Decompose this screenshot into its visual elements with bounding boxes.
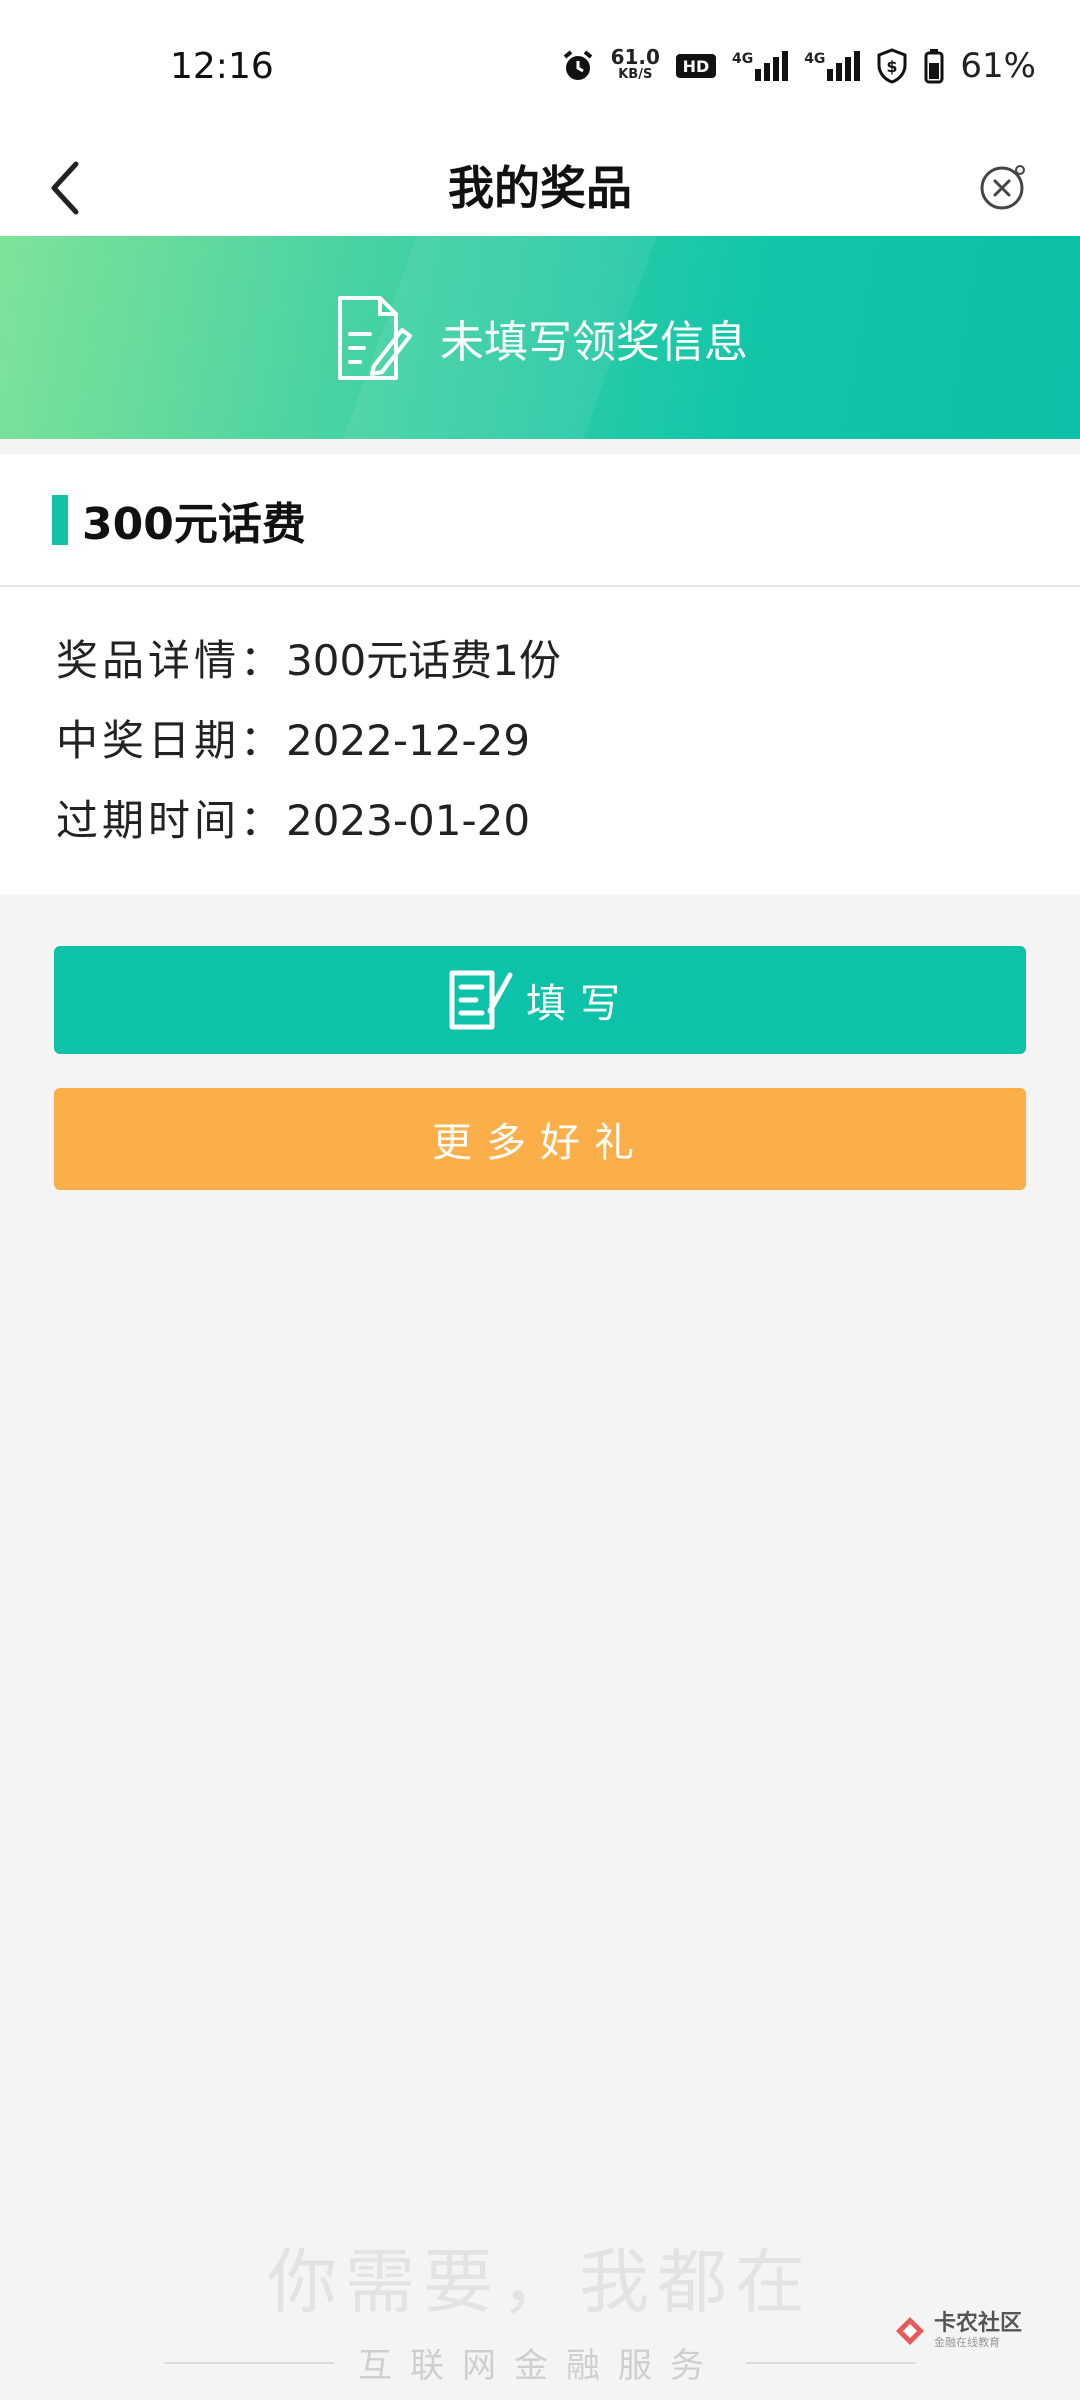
detail-row: 奖品详情： 300元话费1份 <box>56 621 1080 701</box>
prize-details: 奖品详情： 300元话费1份 中奖日期： 2022-12-29 过期时间： 20… <box>0 587 1080 861</box>
status-time: 12:16 <box>170 46 274 87</box>
fill-in-label: 填写 <box>526 981 634 1027</box>
battery-percent: 61% <box>960 46 1036 86</box>
form-edit-icon <box>338 295 412 380</box>
prize-status-banner: 未填写领奖信息 <box>0 236 1080 439</box>
divider <box>746 2361 916 2364</box>
expiry-value: 2023-01-20 <box>286 796 531 845</box>
signal-bars-icon <box>755 51 789 81</box>
fill-in-button[interactable]: 填写 <box>54 946 1026 1054</box>
svg-text:$: $ <box>887 57 898 76</box>
divider <box>164 2361 334 2364</box>
signal-2: 4G <box>804 51 861 81</box>
back-button[interactable] <box>40 148 120 228</box>
win-date-value: 2022-12-29 <box>286 716 531 765</box>
footer-service-text: 互联网金融服务 <box>358 2346 722 2386</box>
accent-bar <box>52 494 68 545</box>
edit-form-icon <box>449 970 513 1030</box>
signal-bars-icon <box>827 51 861 81</box>
prize-title: 300元话费 <box>82 498 306 550</box>
win-date-label: 中奖日期： <box>56 716 287 765</box>
battery-icon <box>924 49 944 84</box>
close-button[interactable] <box>966 148 1042 224</box>
expiry-label: 过期时间： <box>56 796 287 845</box>
detail-value: 300元话费1份 <box>286 636 561 685</box>
signal-1: 4G <box>731 51 789 81</box>
prize-card-header: 300元话费 <box>0 454 1080 587</box>
prize-card: 300元话费 奖品详情： 300元话费1份 中奖日期： 2022-12-29 过… <box>0 454 1080 894</box>
kanong-logo-icon <box>895 2317 924 2345</box>
watermark: 卡农社区 金融在线教育 <box>892 2312 1022 2350</box>
nav-bar: 我的奖品 <box>0 140 1080 236</box>
watermark-subtitle: 金融在线教育 <box>933 2336 1000 2349</box>
alarm-icon <box>563 50 592 80</box>
more-gifts-label: 更多好礼 <box>432 1120 648 1166</box>
close-circle-icon <box>980 165 1025 210</box>
status-bar: 12:16 61.0 KB/S HD 4G 4G $ 61% <box>0 0 1080 140</box>
watermark-title: 卡农社区 <box>933 2311 1022 2336</box>
signal-2-label: 4G <box>804 51 826 67</box>
win-date-row: 中奖日期： 2022-12-29 <box>56 701 1080 781</box>
hd-voice-icon: HD <box>675 54 716 78</box>
status-icons: 61.0 KB/S HD 4G 4G $ 61% <box>561 46 1036 86</box>
banner-text: 未填写领奖信息 <box>440 316 748 368</box>
more-gifts-button[interactable]: 更多好礼 <box>54 1088 1026 1190</box>
page-title: 我的奖品 <box>448 161 632 215</box>
shield-dollar-icon: $ <box>877 48 907 84</box>
net-speed: 61.0 KB/S <box>610 45 660 84</box>
net-speed-value: 61.0 <box>610 45 660 69</box>
expiry-row: 过期时间： 2023-01-20 <box>56 781 1080 861</box>
back-arrow-icon <box>51 161 79 215</box>
detail-label: 奖品详情： <box>56 636 287 685</box>
signal-1-label: 4G <box>731 51 754 67</box>
